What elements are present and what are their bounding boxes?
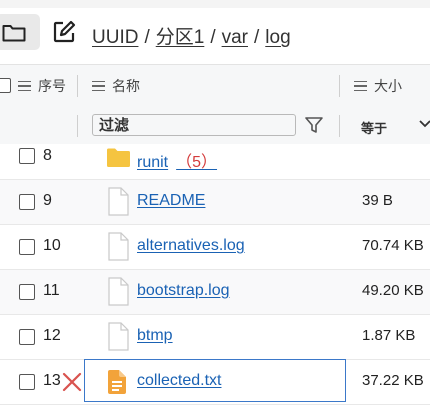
file-name-link[interactable]: README	[137, 192, 205, 210]
file-name-link[interactable]: alternatives.log	[137, 237, 245, 255]
breadcrumb-separator: /	[144, 27, 150, 48]
folder-outline-icon	[2, 25, 26, 42]
breadcrumb: UUID / 分区1/var / log	[92, 22, 291, 49]
row-index: 12	[43, 327, 61, 344]
row-index: 9	[43, 192, 52, 209]
breadcrumb-separator: /	[210, 27, 216, 48]
file-name-link[interactable]: bootstrap.log	[137, 282, 230, 300]
row-checkbox[interactable]	[19, 239, 35, 255]
chevron-down-icon[interactable]	[419, 119, 430, 129]
edit-path-button[interactable]	[52, 20, 76, 49]
file-size: 70.74 KB	[362, 237, 424, 254]
breadcrumb-item-partition[interactable]: 分区1	[156, 27, 205, 48]
row-checkbox[interactable]	[19, 284, 35, 300]
name-filter-input[interactable]: 过滤	[92, 114, 296, 136]
table-row[interactable]: 8 runit （5）	[0, 144, 430, 180]
column-header-size[interactable]: 大小	[354, 76, 402, 96]
table-header: 序号 名称 大小	[0, 64, 430, 108]
toolbar: UUID / 分区1/var / log	[0, 8, 430, 60]
breadcrumb-item-uuid[interactable]: UUID	[92, 27, 138, 48]
file-name-link[interactable]: runit （5）	[137, 148, 217, 172]
file-size: 49.20 KB	[362, 282, 424, 299]
column-divider[interactable]	[339, 115, 340, 137]
row-checkbox[interactable]	[19, 148, 35, 164]
file-size: 37.22 KB	[362, 372, 424, 389]
menu-icon	[92, 78, 105, 95]
item-count: （5）	[176, 154, 218, 171]
row-index: 10	[43, 237, 61, 254]
file-name-link[interactable]: collected.txt	[137, 372, 221, 390]
file-icon	[108, 187, 129, 216]
breadcrumb-item-var[interactable]: var	[222, 27, 248, 48]
breadcrumb-item-log[interactable]: log	[265, 27, 290, 48]
file-size: 39 B	[362, 192, 393, 209]
table-row[interactable]: 12 btmp 1.87 KB	[0, 315, 430, 360]
row-checkbox[interactable]	[19, 194, 35, 210]
table-row[interactable]: 9 README 39 B	[0, 180, 430, 225]
row-index: 13	[43, 372, 61, 389]
folder-name[interactable]: runit	[137, 154, 168, 171]
top-strip	[0, 0, 430, 8]
row-checkbox[interactable]	[19, 329, 35, 345]
edit-icon	[53, 20, 76, 43]
row-checkbox[interactable]	[19, 374, 35, 390]
filter-row: 过滤 等于	[0, 107, 430, 146]
breadcrumb-separator: /	[254, 27, 260, 48]
column-label-index: 序号	[38, 78, 66, 94]
column-label-name: 名称	[112, 78, 140, 94]
menu-icon	[18, 78, 31, 95]
row-index: 8	[43, 147, 52, 164]
select-all-checkbox[interactable]	[0, 78, 11, 93]
folder-icon	[107, 148, 130, 167]
column-header-name[interactable]: 名称	[92, 76, 140, 96]
column-header-index[interactable]: 序号	[18, 76, 66, 96]
file-size: 1.87 KB	[362, 327, 416, 344]
folder-button[interactable]	[0, 14, 40, 50]
file-icon	[108, 232, 129, 261]
filter-icon[interactable]	[304, 115, 324, 135]
text-file-icon	[108, 370, 126, 394]
table-row[interactable]: 10 alternatives.log 70.74 KB	[0, 225, 430, 270]
table-row-selected[interactable]: 13 collected.txt 37.22 KB	[0, 359, 430, 405]
file-name-link[interactable]: btmp	[137, 327, 173, 345]
column-divider[interactable]	[77, 115, 78, 137]
column-divider[interactable]	[77, 75, 78, 97]
size-filter-operator[interactable]: 等于	[361, 118, 387, 137]
row-index: 11	[43, 282, 60, 299]
file-icon	[108, 277, 129, 306]
column-divider[interactable]	[339, 75, 340, 97]
close-icon[interactable]	[62, 372, 82, 392]
column-label-size: 大小	[374, 78, 402, 94]
file-icon	[108, 322, 129, 351]
table-row[interactable]: 11 bootstrap.log 49.20 KB	[0, 270, 430, 315]
menu-icon	[354, 78, 367, 95]
